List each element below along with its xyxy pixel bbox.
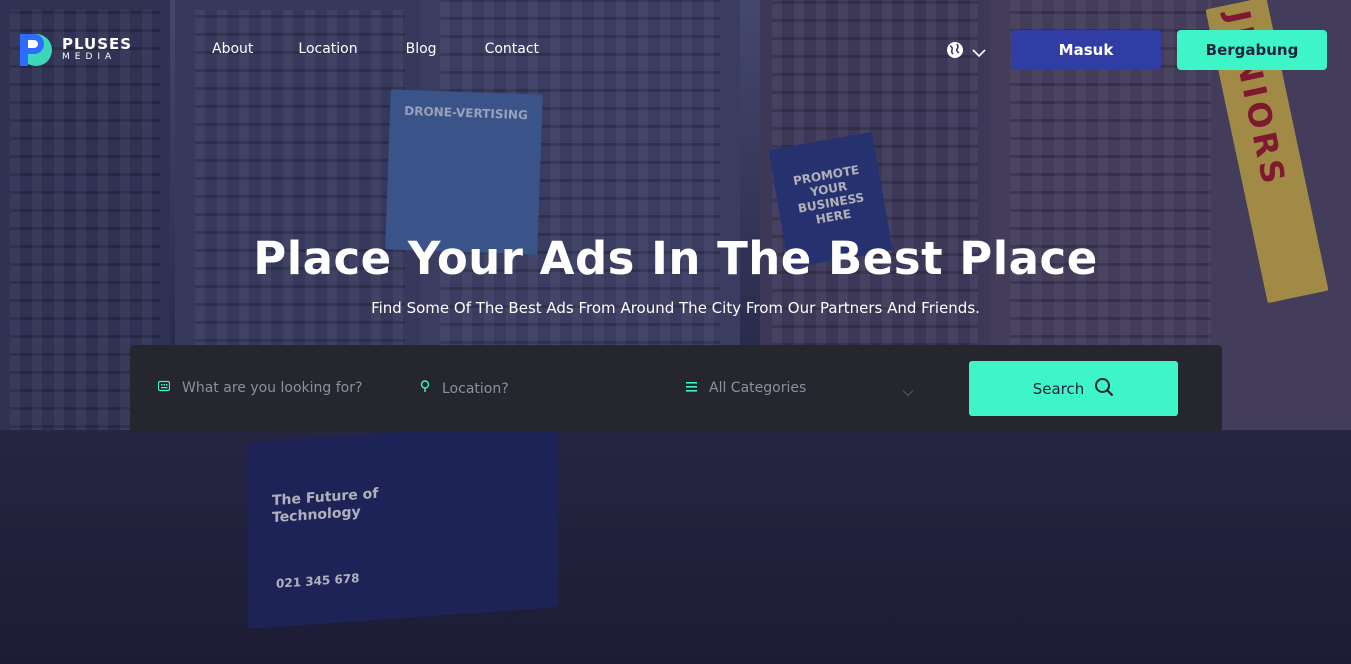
category-select[interactable]: All Categories [686,380,806,396]
nav-about[interactable]: About [212,41,253,57]
search-bar: What are you looking for? Location? All … [130,345,1222,432]
hero-title: Place Your Ads In The Best Place [253,232,1098,285]
category-chevron-icon [902,382,914,401]
location-field[interactable]: Location? [420,380,509,397]
search-button-label: Search [1032,379,1085,398]
list-icon [686,380,697,396]
keyboard-icon [157,380,171,396]
category-value: All Categories [709,380,807,396]
language-selector[interactable] [946,41,986,63]
hero-subtitle: Find Some Of The Best Ads From Around Th… [371,299,980,317]
join-button[interactable]: Bergabung [1177,30,1327,70]
nav-location[interactable]: Location [298,41,357,57]
brand-name: PLUSES [62,34,133,53]
globe-icon [946,41,964,63]
location-input[interactable]: Location? [442,381,509,397]
logo-mark-icon [14,28,56,70]
chevron-down-icon [972,43,986,62]
main-nav: About Location Blog Contact [212,41,539,57]
nav-contact[interactable]: Contact [485,41,539,57]
search-icon [1094,377,1114,401]
keyword-input[interactable]: What are you looking for? [182,380,362,396]
brand-subname: MEDIA [62,51,117,62]
nav-blog[interactable]: Blog [406,41,437,57]
login-button[interactable]: Masuk [1011,30,1161,70]
dark-overlay [0,0,1351,664]
brand-logo[interactable]: PLUSES MEDIA [14,28,132,70]
keyword-field[interactable]: What are you looking for? [157,380,362,396]
search-button[interactable]: Search [969,361,1178,416]
map-pin-icon [420,380,430,397]
